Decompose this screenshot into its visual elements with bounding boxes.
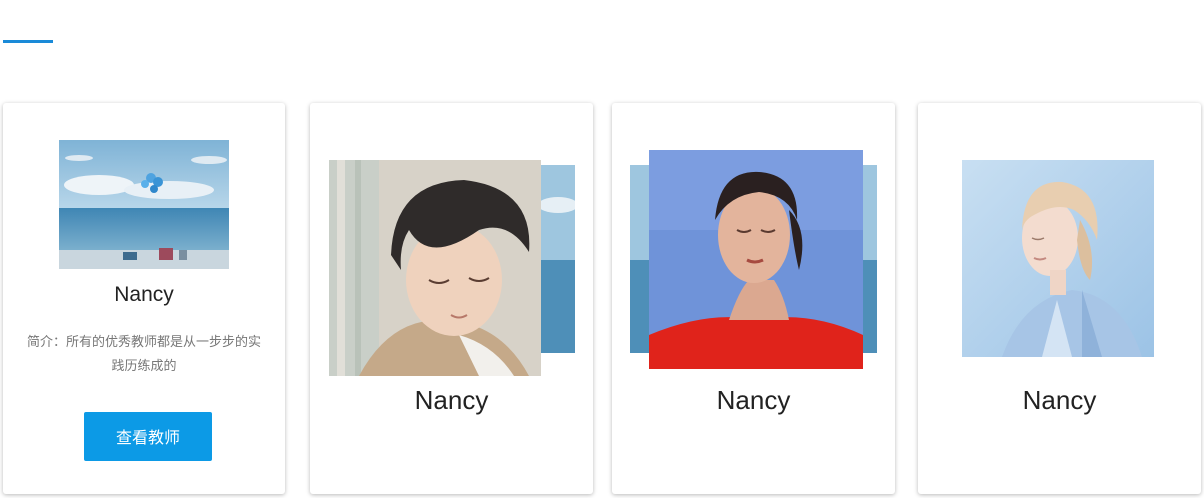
- teacher-name: Nancy: [114, 283, 174, 306]
- teacher-intro: 简介：所有的优秀教师都是从一步步的实践历练成的: [26, 335, 261, 374]
- teacher-name: Nancy: [414, 385, 489, 415]
- background-sea-photo: [541, 165, 575, 353]
- teacher-card[interactable]: Nancy: [310, 103, 593, 494]
- background-sea-photo: [863, 165, 877, 353]
- section-accent-line: [3, 40, 53, 43]
- teacher-photo: [59, 140, 229, 269]
- teacher-photo: [329, 160, 541, 376]
- teacher-name: Nancy: [1022, 385, 1097, 415]
- teacher-photo: [962, 160, 1154, 357]
- teacher-name: Nancy: [716, 385, 791, 415]
- teacher-card[interactable]: Nancy 简介：所有的优秀教师都是从一步步的实践历练成的 查看教师: [3, 103, 285, 494]
- view-teacher-button[interactable]: 查看教师: [84, 412, 212, 461]
- background-sea-photo: [630, 165, 650, 353]
- teacher-photo: [649, 150, 863, 369]
- teacher-card[interactable]: Nancy: [612, 103, 895, 494]
- teacher-card[interactable]: Nancy: [918, 103, 1201, 494]
